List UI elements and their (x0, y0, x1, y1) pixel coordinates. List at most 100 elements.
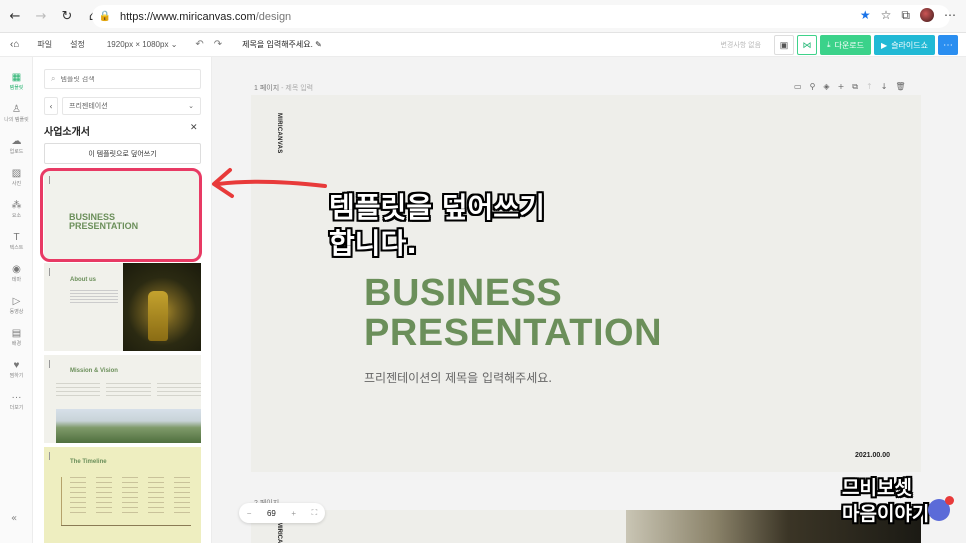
rail-item-photo[interactable]: ▨ 사진 (0, 167, 33, 187)
undo-icon[interactable]: ↶ (195, 39, 203, 50)
thumb-title: The Timeline (70, 459, 107, 465)
reload-icon[interactable]: ↻ (56, 5, 78, 27)
browser-actions: ★ ☆ ⧉ ⋯ (860, 8, 956, 23)
file-menu[interactable]: 파일 (37, 39, 52, 50)
rail-item-template[interactable]: ▦ 템플릿 (0, 71, 33, 91)
slide-subtitle[interactable]: 프리젠테이션의 제목을 입력해주세요. (364, 369, 552, 386)
browser-menu-icon[interactable]: ⋯ (944, 8, 956, 23)
heart-icon: ♥ (13, 360, 20, 371)
category-select[interactable]: 프리젠테이션 ⌄ (62, 97, 201, 115)
rail-item-theme[interactable]: ◉ 테마 (0, 263, 33, 283)
category-row: ‹ 프리젠테이션 ⌄ (44, 97, 201, 115)
history-status: 변경사항 없음 (720, 42, 762, 49)
download-button[interactable]: ⤓ 다운로드 (820, 35, 872, 55)
zoom-in-icon[interactable]: + (291, 509, 296, 518)
rail-item-favorites[interactable]: ♥ 찜하기 (0, 359, 33, 379)
move-up-icon[interactable]: ↑ (866, 82, 873, 92)
slideshow-button[interactable]: ▶ 슬라이드쇼 (874, 35, 935, 55)
lock-icon: 🔒 (98, 11, 112, 22)
forward-arrow-icon[interactable]: → (30, 5, 52, 27)
timeline-entries (70, 477, 190, 517)
theme-icon: ◉ (12, 264, 21, 275)
rail-item-upload[interactable]: ☁ 업로드 (0, 135, 33, 155)
template-panel: ⌕ ‹ 프리젠테이션⌄ 사업소개서 ✕ 이 템플릿으로 덮어쓰기 BUSINES… (33, 57, 212, 543)
page-number: 1 페이지 (254, 85, 280, 92)
share-icon[interactable]: ⋈ (797, 35, 818, 55)
design-title[interactable]: 제목을 입력해주세요. ✎ (242, 39, 322, 50)
slide-date[interactable]: 2021.00.00 (855, 452, 890, 459)
slide-2[interactable]: MIRICANVAS (251, 510, 921, 543)
fit-screen-icon[interactable]: ⛶ (312, 508, 318, 518)
trash-icon[interactable]: 🗑 (895, 82, 905, 92)
profile-avatar[interactable] (920, 8, 934, 22)
memo-icon[interactable]: ▭ (794, 82, 802, 92)
zoom-value[interactable]: 69 (267, 509, 276, 518)
add-page-icon[interactable]: + (838, 82, 845, 92)
background-icon: ▤ (11, 328, 22, 339)
rail-item-video[interactable]: ▷ 동영상 (0, 295, 33, 315)
slide-brand-label[interactable]: MIRICANVAS (276, 113, 282, 154)
url-path: /design (255, 10, 292, 23)
duplicate-icon[interactable]: ⧉ (852, 82, 858, 92)
save-icon[interactable]: ▣ (774, 35, 795, 55)
rail-item-my-template[interactable]: ♙ 나의 템플릿 (0, 103, 33, 123)
rail-item-more[interactable]: ··· 더보기 (0, 391, 33, 411)
photo-icon: ▨ (11, 168, 22, 179)
thumb-accent-bar (49, 452, 50, 460)
download-icon: ⤓ (827, 40, 831, 49)
search-input[interactable] (60, 75, 181, 83)
toolbar-actions: 변경사항 없음 ▣ ⋈ ⤓ 다운로드 ▶ 슬라이드쇼 ⋯ (720, 35, 958, 55)
settings-menu[interactable]: 설정 (70, 39, 85, 50)
slide-title-line-2: PRESENTATION (364, 312, 663, 354)
back-arrow-icon[interactable]: ← (4, 5, 26, 27)
template-thumb-3[interactable]: Mission & Vision (44, 355, 201, 443)
favorites-icon[interactable]: ☆ (881, 8, 892, 23)
rail-label: 동영상 (9, 309, 24, 315)
move-down-icon[interactable]: ↓ (881, 82, 888, 92)
thumb-title: About us (70, 277, 96, 283)
slide-brand-label: MIRICANVAS (276, 522, 282, 543)
collapse-icon[interactable]: « (11, 513, 17, 524)
oil-bottle-image (148, 291, 168, 341)
rail-item-elements[interactable]: ⁂ 요소 (0, 199, 33, 219)
fill-icon[interactable]: ◈ (823, 82, 829, 92)
canvas-size-select[interactable]: 1920px × 1080px ⌄ (107, 40, 178, 49)
slideshow-label: 슬라이드쇼 (891, 40, 928, 50)
more-options-icon[interactable]: ⋯ (938, 35, 958, 55)
redo-icon[interactable]: ↷ (214, 39, 222, 50)
address-bar[interactable]: 🔒 https://www.miricanvas.com/design (92, 5, 950, 28)
category-label: 프리젠테이션 (69, 103, 108, 110)
left-rail: ▦ 템플릿 ♙ 나의 템플릿 ☁ 업로드 ▨ 사진 ⁂ 요소 T 텍스트 ◉ 테마 ▷ 동영상 … (0, 57, 33, 543)
url-text: https://www.miricanvas.com/design (120, 11, 291, 23)
rail-item-background[interactable]: ▤ 배경 (0, 327, 33, 347)
rail-label: 찜하기 (9, 373, 24, 379)
zoom-control: − 69 + ⛶ (239, 503, 325, 523)
rail-item-text[interactable]: T 텍스트 (0, 231, 33, 251)
rail-label: 사진 (11, 181, 22, 187)
slide-1[interactable]: MIRICANVAS BUSINESS PRESENTATION 프리젠테이션의… (251, 95, 921, 472)
canvas-area: 1 페이지 - 제목 입력 ▭ ⚲ ◈ + ⧉ ↑ ↓ 🗑 MIRICANVAS… (212, 57, 966, 543)
overwrite-template-button[interactable]: 이 템플릿으로 덮어쓰기 (44, 143, 201, 164)
back-chevron-icon[interactable]: ‹ (44, 97, 58, 115)
template-thumb-2[interactable]: About us (44, 263, 201, 351)
bookmark-star-icon[interactable]: ★ (860, 8, 871, 23)
home-back-icon[interactable]: ‹⌂ (10, 39, 19, 50)
chevron-down-icon: ⌄ (188, 103, 194, 110)
page-tools: ▭ ⚲ ◈ + ⧉ ↑ ↓ 🗑 (794, 82, 906, 92)
template-icon: ▦ (11, 72, 22, 83)
link-icon[interactable]: ⚲ (810, 82, 816, 92)
zoom-out-icon[interactable]: − (247, 509, 252, 518)
collections-icon[interactable]: ⧉ (901, 8, 910, 23)
close-icon[interactable]: ✕ (190, 123, 198, 133)
slide-title-line-1: BUSINESS (364, 272, 563, 314)
thumb-accent-bar (49, 268, 50, 276)
thumb-accent-bar (49, 360, 50, 368)
page-title-hint[interactable]: - 제목 입력 (279, 85, 313, 92)
template-thumb-4[interactable]: The Timeline (44, 447, 201, 543)
notification-badge (945, 496, 954, 505)
slide-title[interactable]: BUSINESS PRESENTATION (364, 273, 662, 353)
design-title-text: 제목을 입력해주세요. (242, 40, 313, 49)
thumb-title: Mission & Vision (70, 368, 118, 374)
elements-icon: ⁂ (11, 200, 22, 211)
template-search[interactable]: ⌕ (44, 69, 201, 89)
